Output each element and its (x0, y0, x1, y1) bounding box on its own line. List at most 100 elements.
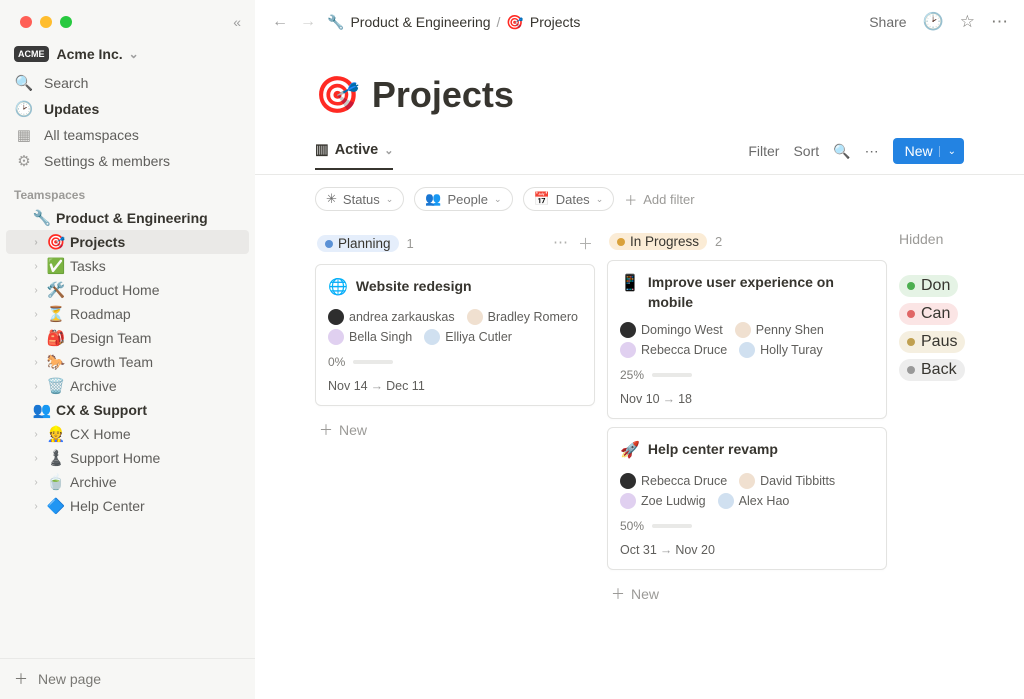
sidebar-page-item[interactable]: ›🎒Design Team (6, 326, 249, 350)
page-name: Archive (70, 474, 117, 490)
status-label: In Progress (630, 234, 699, 249)
caret-icon[interactable]: › (30, 477, 42, 488)
add-card-button[interactable]: ＋New (315, 414, 595, 446)
sidebar-settings[interactable]: ⚙ Settings & members (0, 148, 255, 174)
history-icon[interactable]: 🕑 (923, 12, 944, 32)
collapse-sidebar-icon[interactable]: « (233, 14, 241, 30)
page-icon: 🍵 (46, 473, 66, 491)
chevron-down-icon: ⌄ (494, 194, 502, 205)
teamspace-name: CX & Support (56, 402, 147, 418)
sidebar-page-item[interactable]: ›🐎Growth Team (6, 350, 249, 374)
workspace-switcher[interactable]: ACME Acme Inc. ⌄ (0, 28, 255, 70)
caret-icon[interactable]: › (30, 501, 42, 512)
caret-icon[interactable]: › (30, 309, 42, 320)
plus-icon: ＋ (14, 669, 28, 689)
page-icon: ♟️ (46, 449, 66, 467)
filter-dates[interactable]: 📅 Dates ⌄ (523, 187, 615, 211)
add-filter-button[interactable]: ＋ Add filter (624, 190, 694, 209)
add-filter-label: Add filter (643, 192, 694, 207)
column-add-icon[interactable]: ＋ (578, 233, 593, 254)
filter-status[interactable]: ✳ Status ⌄ (315, 187, 404, 211)
person-name: Alex Hao (739, 494, 790, 508)
view-tab-label: Active (335, 142, 379, 158)
card-people: Rebecca DruceDavid TibbittsZoe LudwigAle… (620, 473, 874, 509)
favorite-icon[interactable]: ☆ (960, 12, 975, 32)
search-view-icon[interactable]: 🔍 (833, 143, 850, 160)
avatar (424, 329, 440, 345)
minimize-window[interactable] (40, 16, 52, 28)
card-dates: Nov 14→Dec 11 (328, 379, 582, 393)
add-card-label: New (631, 586, 659, 602)
person-name: David Tibbitts (760, 474, 835, 488)
teamspace-icon: 🔧 (32, 209, 52, 227)
teamspace-header[interactable]: ›🔧Product & Engineering (6, 206, 249, 230)
view-tab-active[interactable]: ▥ Active ⌄ (315, 142, 393, 170)
caret-icon[interactable]: › (30, 237, 42, 248)
person: Bradley Romero (467, 309, 578, 325)
window-controls (0, 0, 255, 28)
clock-icon: 🕑 (14, 100, 34, 118)
breadcrumb-current[interactable]: Projects (530, 14, 581, 30)
teamspace-header[interactable]: ›👥CX & Support (6, 398, 249, 422)
status-tag[interactable]: Planning (317, 235, 399, 252)
caret-icon[interactable]: › (30, 261, 42, 272)
sidebar-page-item[interactable]: ›⏳Roadmap (6, 302, 249, 326)
more-icon[interactable]: ⋯ (991, 12, 1008, 32)
person-name: Zoe Ludwig (641, 494, 706, 508)
page-icon: 🎒 (46, 329, 66, 347)
nav-forward[interactable]: → (299, 13, 317, 31)
add-card-button[interactable]: ＋New (607, 578, 887, 610)
hidden-group[interactable]: Don (899, 275, 958, 297)
caret-icon[interactable]: › (30, 453, 42, 464)
caret-icon[interactable]: › (30, 333, 42, 344)
status-tag[interactable]: In Progress (609, 233, 707, 250)
sidebar-search[interactable]: 🔍 Search (0, 70, 255, 96)
sidebar-page-item[interactable]: ›🛠️Product Home (6, 278, 249, 302)
sidebar-all-teamspaces[interactable]: ▦ All teamspaces (0, 122, 255, 148)
hidden-group-label: Back (921, 361, 957, 379)
caret-icon[interactable]: › (30, 381, 42, 392)
page-icon: 🛠️ (46, 281, 66, 299)
maximize-window[interactable] (60, 16, 72, 28)
sidebar-updates[interactable]: 🕑 Updates (0, 96, 255, 122)
hidden-group[interactable]: Can (899, 303, 958, 325)
close-window[interactable] (20, 16, 32, 28)
calendar-icon: 📅 (534, 191, 550, 207)
page-title[interactable]: Projects (372, 74, 514, 116)
share-button[interactable]: Share (869, 14, 906, 30)
breadcrumb-parent[interactable]: Product & Engineering (350, 14, 490, 30)
plus-icon: ＋ (624, 190, 637, 209)
sidebar-page-item[interactable]: ›🔷Help Center (6, 494, 249, 518)
card-icon: 🌐 (328, 277, 348, 299)
caret-icon[interactable]: › (30, 429, 42, 440)
new-page-button[interactable]: ＋ New page (0, 658, 255, 699)
filter-people[interactable]: 👥 People ⌄ (414, 187, 512, 211)
person: Rebecca Druce (620, 342, 727, 358)
new-button[interactable]: New ⌄ (893, 138, 964, 164)
page-icon[interactable]: 🎯 (315, 74, 360, 116)
page-title-row: 🎯 Projects (315, 54, 1024, 126)
board-card[interactable]: 📱Improve user experience on mobile Domin… (607, 260, 887, 419)
chevron-down-icon: ⌄ (384, 144, 393, 157)
column-more-icon[interactable]: ⋯ (553, 233, 568, 254)
board-card[interactable]: 🚀Help center revamp Rebecca DruceDavid T… (607, 427, 887, 569)
hidden-group[interactable]: Back (899, 359, 965, 381)
main-area: ← → 🔧 Product & Engineering / 🎯 Projects… (255, 0, 1024, 699)
sidebar-page-item[interactable]: › ♟️Support Home (6, 446, 249, 470)
sidebar-page-item[interactable]: ›🗑️Archive (6, 374, 249, 398)
board-card[interactable]: 🌐Website redesign andrea zarkauskasBradl… (315, 264, 595, 406)
sidebar-page-item[interactable]: ›👷CX Home (6, 422, 249, 446)
filter-button[interactable]: Filter (748, 143, 779, 159)
person-name: Penny Shen (756, 323, 824, 337)
page-name: Support Home (70, 450, 160, 466)
view-more-icon[interactable]: ⋯ (865, 143, 879, 160)
hidden-group[interactable]: Paus (899, 331, 965, 353)
sort-button[interactable]: Sort (793, 143, 819, 159)
caret-icon[interactable]: › (30, 357, 42, 368)
sidebar-page-item[interactable]: › 🍵Archive (6, 470, 249, 494)
sidebar-page-item[interactable]: ›🎯Projects (6, 230, 249, 254)
nav-back[interactable]: ← (271, 13, 289, 31)
sidebar-page-item[interactable]: ›✅Tasks (6, 254, 249, 278)
avatar (328, 329, 344, 345)
caret-icon[interactable]: › (30, 285, 42, 296)
